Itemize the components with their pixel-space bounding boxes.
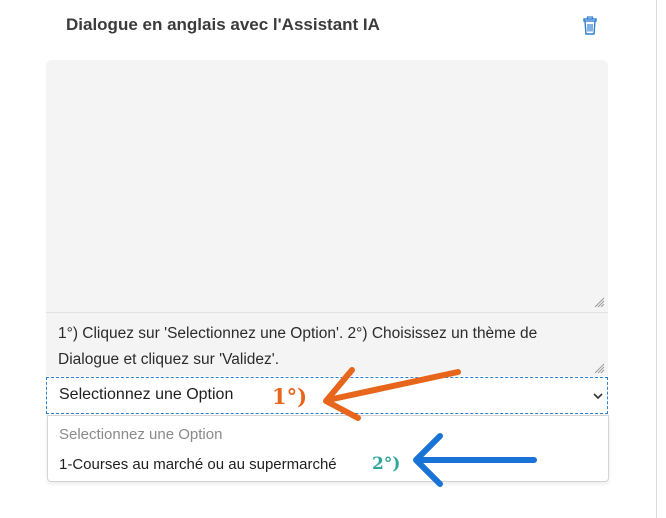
- chat-transcript-area[interactable]: [46, 60, 608, 312]
- trash-icon: [583, 16, 597, 35]
- option-placeholder[interactable]: Selectionnez une Option: [59, 426, 222, 443]
- chevron-down-icon: [593, 393, 603, 400]
- resize-grip-icon[interactable]: [594, 297, 605, 308]
- app-root: Dialogue en anglais avec l'Assistant IA …: [0, 0, 666, 518]
- panel-divider: [656, 0, 657, 518]
- instruction-textarea[interactable]: 1°) Cliquez sur 'Selectionnez une Option…: [46, 312, 608, 376]
- select-current-value: Selectionnez une Option: [59, 386, 234, 403]
- resize-grip-icon[interactable]: [594, 363, 605, 374]
- page-title: Dialogue en anglais avec l'Assistant IA: [66, 15, 380, 34]
- annotation-step-2: 2°): [372, 454, 401, 474]
- select-dropdown-list: Selectionnez une Option 1-Courses au mar…: [47, 415, 609, 482]
- annotation-step-1: 1°): [272, 384, 308, 409]
- delete-button[interactable]: [580, 16, 600, 36]
- instruction-text: 1°) Cliquez sur 'Selectionnez une Option…: [58, 325, 538, 368]
- option-courses-marche[interactable]: 1-Courses au marché ou au supermarché: [59, 456, 337, 473]
- theme-select[interactable]: Selectionnez une Option: [46, 377, 608, 414]
